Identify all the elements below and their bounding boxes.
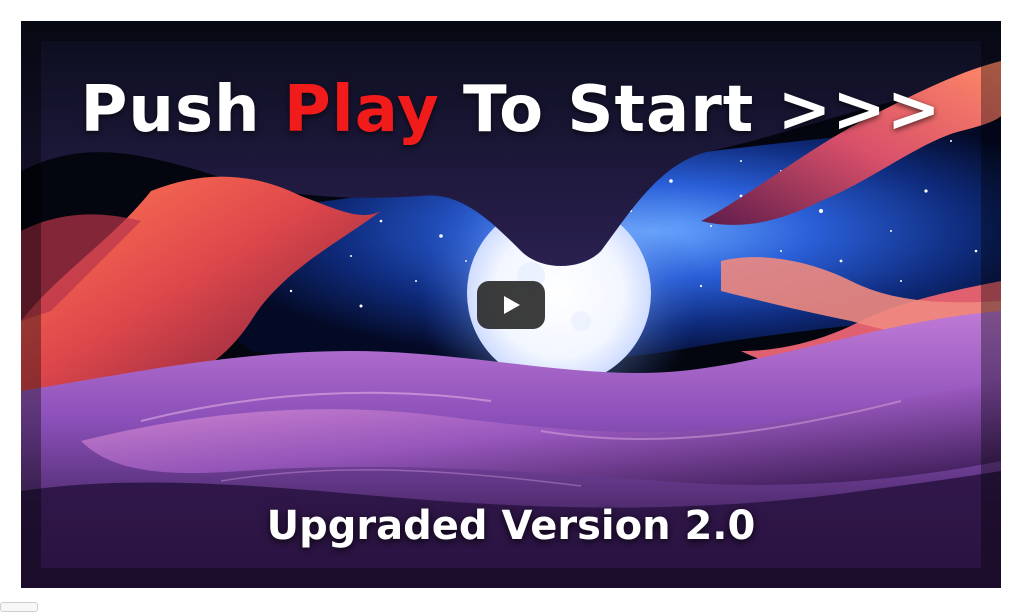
play-button[interactable] [477,281,545,329]
headline-text-end: To Start >>> [439,73,942,147]
headline-highlight: Play [283,73,440,147]
subtitle: Upgraded Version 2.0 [266,503,756,549]
video-player[interactable]: Push Play To Start >>> Upgraded Version … [21,21,1001,588]
play-icon [504,296,520,314]
headline: Push Play To Start >>> [21,73,1001,147]
page-corner-tab [0,602,38,612]
headline-text-start: Push [80,73,284,147]
